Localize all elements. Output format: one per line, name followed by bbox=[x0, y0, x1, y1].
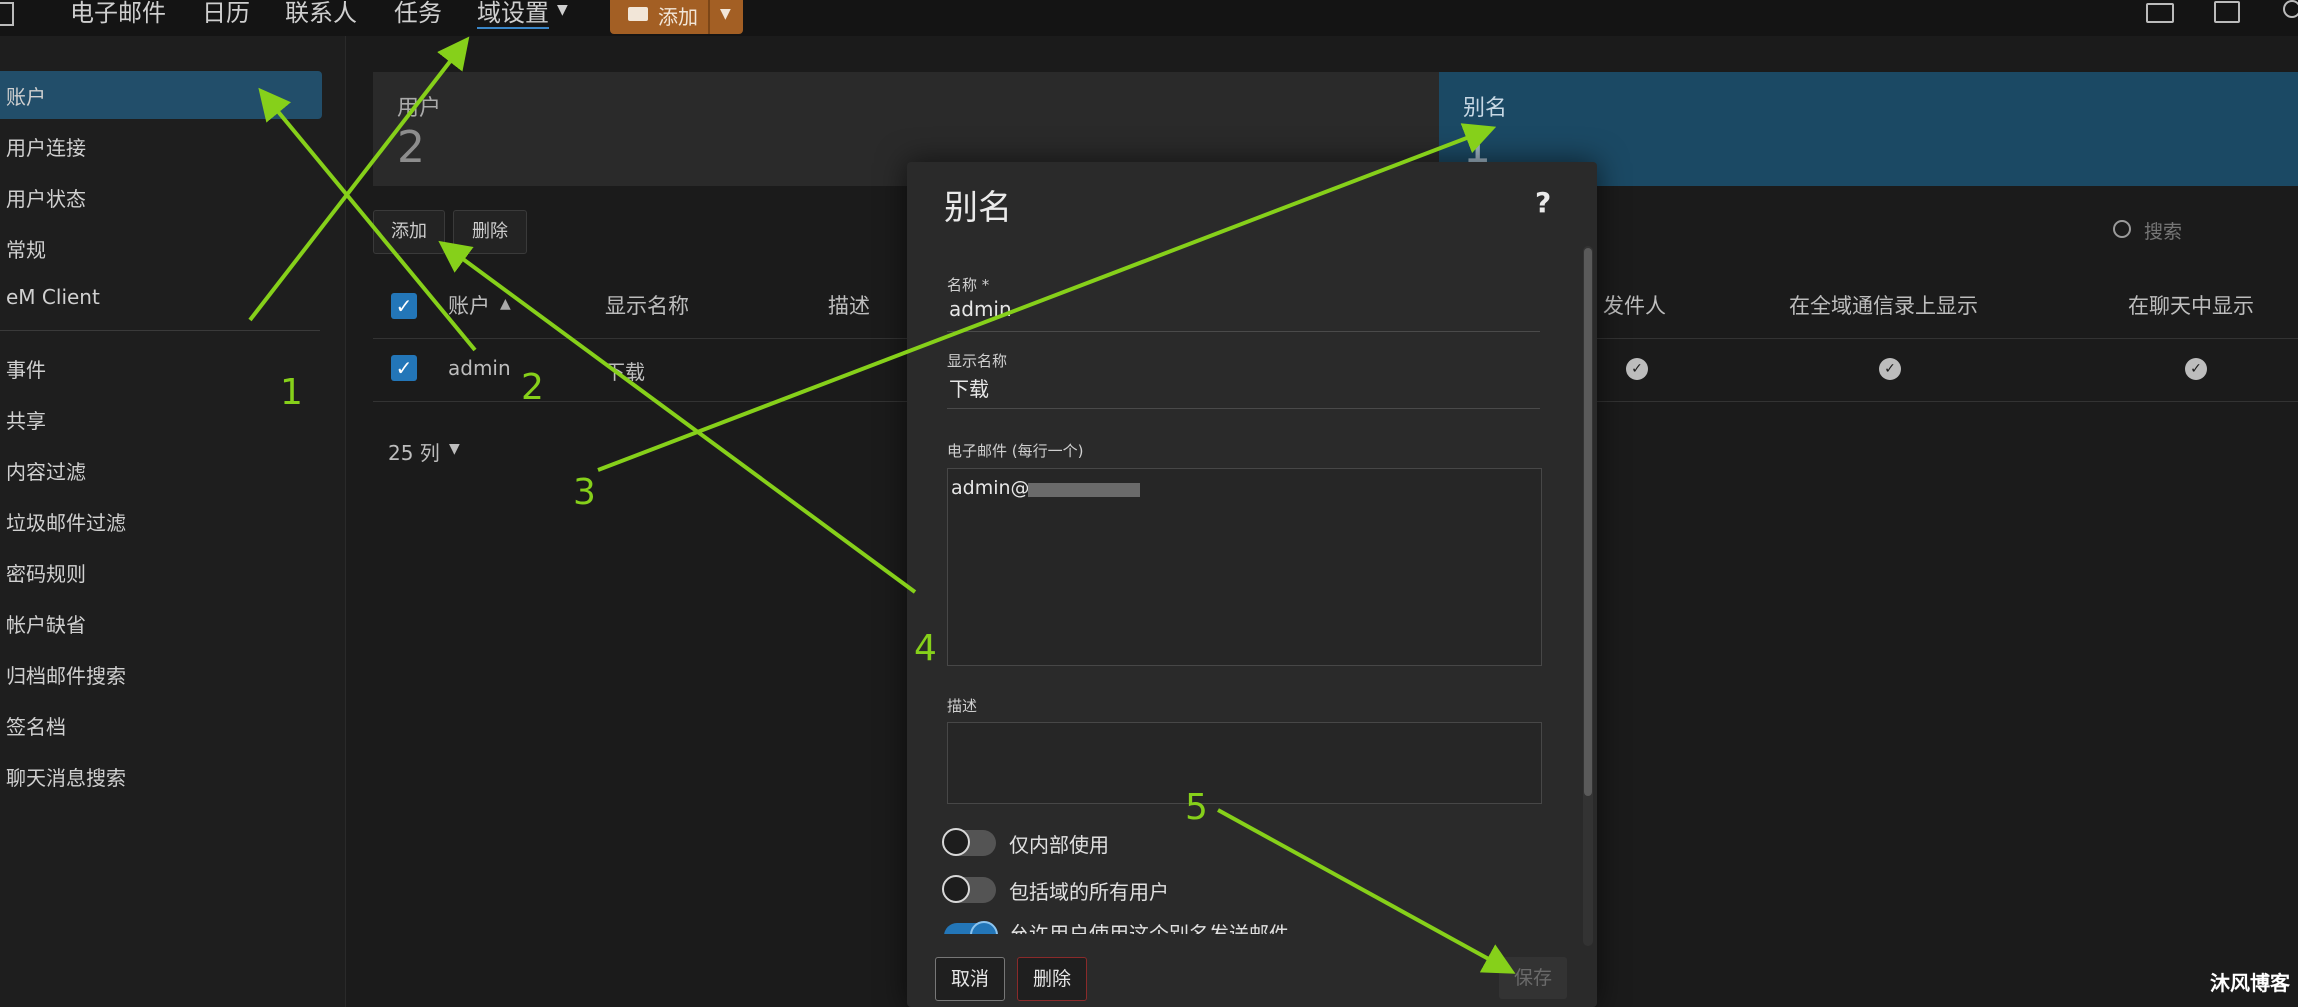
watermark: 沐风博客 bbox=[2210, 971, 2290, 995]
annotation-arrow-2 bbox=[258, 87, 477, 352]
annotation-overlay bbox=[248, 36, 1516, 974]
annotation-arrow-4 bbox=[438, 240, 917, 594]
annotation-number-5: 5 bbox=[1185, 787, 1208, 828]
annotation-arrow-1 bbox=[248, 36, 470, 322]
annotation-arrow-5 bbox=[1217, 808, 1516, 974]
annotation-number-3: 3 bbox=[573, 472, 596, 513]
annotation-arrow-3 bbox=[597, 123, 1497, 472]
annotation-number-2: 2 bbox=[521, 367, 544, 408]
annotation-number-4: 4 bbox=[914, 628, 937, 669]
annotation-number-1: 1 bbox=[280, 372, 303, 413]
